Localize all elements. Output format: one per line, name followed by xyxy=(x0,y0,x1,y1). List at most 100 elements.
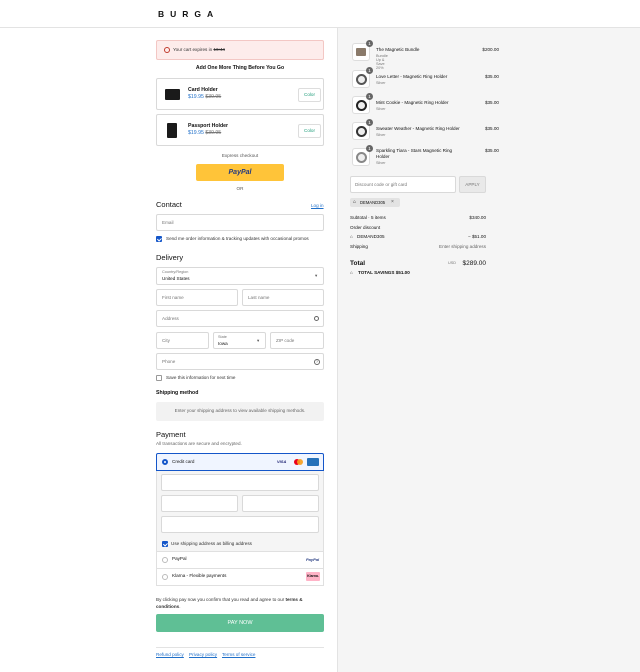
city-field[interactable]: City xyxy=(156,332,209,349)
pay-now-button[interactable]: PAY NOW xyxy=(156,614,324,632)
address-field[interactable]: Address xyxy=(156,310,324,327)
remove-discount-icon[interactable]: × xyxy=(391,199,394,206)
total-savings-value: $51.00 xyxy=(395,270,410,275)
apply-button[interactable]: APPLY xyxy=(459,176,486,193)
color-button[interactable]: Color xyxy=(298,88,321,102)
upsell-orig-price: $39.95 xyxy=(205,130,222,136)
tag-icon: ⌂ xyxy=(350,270,353,275)
security-code-field[interactable] xyxy=(242,495,319,512)
order-summary: 1 The Magnetic Bundle Bundle Up & Save 2… xyxy=(337,28,640,672)
paypal-express-button[interactable]: PayPal xyxy=(196,164,284,181)
order-discount-label: Order discount xyxy=(350,225,381,230)
login-link[interactable]: Log in xyxy=(311,203,324,209)
first-name-field[interactable]: First name xyxy=(156,289,238,306)
state-select[interactable]: State Iowa ▾ xyxy=(213,332,266,349)
credit-card-option[interactable]: Credit card VISA xyxy=(156,453,324,471)
paypal-icon: PayPal xyxy=(306,557,320,562)
subtotal-value: $340.00 xyxy=(469,215,486,220)
last-name-field[interactable]: Last name xyxy=(242,289,324,306)
shipping-value: Enter shipping address xyxy=(439,244,486,249)
quantity-badge: 1 xyxy=(366,93,373,100)
phone-field[interactable]: Phone ? xyxy=(156,353,324,370)
contact-heading: Contact xyxy=(156,200,182,209)
tag-icon: ⌂ xyxy=(353,199,357,205)
cart-item-name: Mint Cookie - Magnetic Ring Holder xyxy=(376,100,449,105)
upsell-item-name: Card Holder xyxy=(188,87,218,93)
discount-placeholder: Discount code or gift card xyxy=(355,182,408,187)
help-icon[interactable]: ? xyxy=(314,359,320,365)
subtotal-label: Subtotal · 5 items xyxy=(350,215,386,220)
upsell-item-name: Passport Holder xyxy=(188,123,229,129)
country-value: United States xyxy=(162,276,190,281)
klarna-label: Klarna - Flexible payments xyxy=(172,573,227,578)
klarna-option[interactable]: Klarna - Flexible payments Klarna. xyxy=(156,569,324,586)
country-select[interactable]: Country/Region United States ▾ xyxy=(156,267,324,285)
cart-item-price: $35.00 xyxy=(484,74,499,79)
expiry-field[interactable] xyxy=(161,495,238,512)
state-value: Iowa xyxy=(218,341,228,346)
terms-text: By clicking pay now you confirm that you… xyxy=(156,596,324,610)
email-placeholder: Email xyxy=(162,220,174,225)
quantity-badge: 1 xyxy=(366,40,373,47)
quantity-badge: 1 xyxy=(366,67,373,74)
terms-of-service-link[interactable]: Terms of service xyxy=(222,652,255,658)
payment-heading: Payment xyxy=(156,430,186,439)
chevron-down-icon: ▾ xyxy=(257,338,260,343)
chevron-down-icon: ▾ xyxy=(315,273,318,278)
billing-checkbox[interactable] xyxy=(162,541,168,547)
discount-tag: ⌂ DEMAND305 × xyxy=(350,198,400,207)
amex-icon xyxy=(307,458,319,466)
passport-holder-image xyxy=(167,123,177,138)
total-value: $289.00 xyxy=(462,260,487,267)
optin-checkbox[interactable] xyxy=(156,236,162,242)
cart-item-price: $35.00 xyxy=(484,148,499,153)
zip-placeholder: ZIP code xyxy=(276,338,295,343)
total-label: Total xyxy=(350,260,366,267)
cart-item-name: Sweater Weather - Magnetic Ring Holder xyxy=(376,126,460,131)
shipping-method-heading: Shipping method xyxy=(156,390,199,396)
klarna-icon: Klarna. xyxy=(306,572,320,581)
quantity-badge: 1 xyxy=(366,119,373,126)
credit-card-radio[interactable] xyxy=(162,459,168,465)
search-icon xyxy=(314,316,319,321)
country-label: Country/Region xyxy=(162,270,189,274)
city-placeholder: City xyxy=(162,338,170,343)
site-header: BURGA xyxy=(0,0,640,28)
tag-icon: ⌂ xyxy=(350,234,353,239)
refund-policy-link[interactable]: Refund policy xyxy=(156,652,184,658)
timer-value: 16:44 xyxy=(213,47,225,52)
checkout-form: Your cart expires in 16:44 Add One More … xyxy=(0,28,337,672)
cart-item-name: The Magnetic Bundle xyxy=(376,47,420,52)
phone-placeholder: Phone xyxy=(162,359,176,364)
cart-item-variant: Silver xyxy=(376,133,386,137)
cart-item-price: $200.00 xyxy=(482,47,499,52)
upsell-sale-price: $19.95 xyxy=(188,130,204,136)
billing-label: Use shipping address as billing address xyxy=(171,541,252,546)
cart-item-variant: Silver xyxy=(376,107,386,111)
color-button[interactable]: Color xyxy=(298,124,321,138)
zip-field[interactable]: ZIP code xyxy=(270,332,324,349)
privacy-policy-link[interactable]: Privacy policy xyxy=(189,652,217,658)
brand-logo[interactable]: BURGA xyxy=(158,9,219,19)
state-label: State xyxy=(218,335,227,339)
cart-item-name: Love Letter - Magnetic Ring Holder xyxy=(376,74,448,79)
total-savings: TOTAL SAVINGS $51.00 xyxy=(358,270,410,276)
name-on-card-field[interactable] xyxy=(161,516,319,533)
upsell-orig-price: $39.95 xyxy=(205,94,222,100)
upsell-sale-price: $19.95 xyxy=(188,94,204,100)
save-info-label: Save this information for next time xyxy=(166,375,236,380)
paypal-option[interactable]: PayPal PayPal xyxy=(156,552,324,569)
klarna-radio[interactable] xyxy=(162,574,168,580)
upsell-title: Add One More Thing Before You Go xyxy=(195,65,285,71)
discount-value: − $51.00 xyxy=(467,234,486,239)
card-number-field[interactable] xyxy=(161,474,319,491)
save-info-checkbox[interactable] xyxy=(156,375,162,381)
terms-prefix: By clicking pay now you confirm that you… xyxy=(156,597,285,602)
discount-input[interactable]: Discount code or gift card xyxy=(350,176,456,193)
email-field[interactable]: Email xyxy=(156,214,324,231)
cart-item-name: Sparkling Tiara - Stars Magnetic Ring Ho… xyxy=(376,148,453,159)
paypal-radio[interactable] xyxy=(162,557,168,563)
cart-item-variant: Silver xyxy=(376,161,386,165)
clock-icon xyxy=(164,47,170,53)
terms-period: . xyxy=(179,604,181,609)
